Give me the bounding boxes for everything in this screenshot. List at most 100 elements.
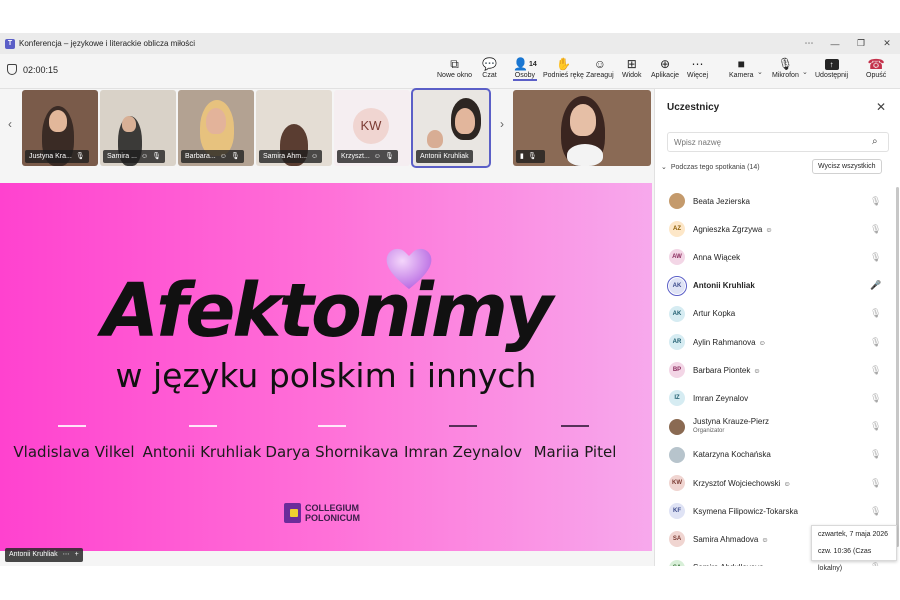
avatar: KW [353,108,389,144]
participant-name: Beata Jezierska [693,196,750,206]
react-icon: ☺ [593,57,606,71]
participant-row[interactable]: AK Antonii Kruhliak 🎤 [655,272,897,300]
more-options-icon[interactable]: ⋯ [796,38,822,49]
mic-off-icon[interactable]: 🎙 [870,252,881,263]
minimize-button[interactable]: — [822,39,848,49]
author-name: Mariia Pitel [533,443,617,461]
meeting-timer: 02:00:15 [7,64,58,75]
participant-row[interactable]: BP Barbara Piontek ☺ 🎙 [655,356,897,384]
mic-off-icon[interactable]: 🎙 [870,337,881,348]
author-name: Antonii Kruhliak [142,443,262,461]
participant-row[interactable]: AR Aylin Rahmanova ☺ 🎙 [655,328,897,356]
apps-icon: ⊕ [659,57,671,71]
participant-row[interactable]: KW Krzysztof Wojciechowski ☺ 🎙 [655,469,897,497]
participants-section-header[interactable]: ⌄ Podczas tego spotkania (14) [661,163,760,172]
share-button[interactable]: ↑ Udostępnij [815,57,848,79]
participant-row[interactable]: AK Artur Kopka 🎙 [655,300,897,328]
participant-search-input[interactable] [667,132,889,152]
chevron-down-icon: ⌄ [661,164,667,171]
mic-on-icon[interactable]: 🎤 [870,280,881,291]
microphone-button[interactable]: 🎙 Mikrofon [772,57,799,79]
raise-hand-icon: ✋ [555,57,571,71]
video-tile[interactable]: Barbara... ☺ 🎙 [178,90,254,166]
new-window-icon: ⧉ [450,57,459,71]
close-icon[interactable]: ✕ [876,100,886,114]
participant-row[interactable]: IZ Imran Zeynalov 🎙 [655,384,897,412]
new-window-button[interactable]: ⧉ Nowe okno [437,57,472,79]
hangup-icon: ☎ [867,56,885,72]
participant-name: Agnieszka Zgrzywa ☺ [693,224,773,234]
window-title: Konferencja – językowe i literackie obli… [19,39,196,48]
mic-off-icon[interactable]: 🎙 [870,478,881,489]
people-icon: 👤 [513,57,528,71]
video-tile[interactable]: ▮ 🎙 [513,90,651,166]
mic-off-icon: 🎙 [230,153,240,160]
react-button[interactable]: ☺ Zareaguj [586,57,614,79]
participant-name: Imran Zeynalov [693,393,749,403]
participant-name: Aylin Rahmanova ☺ [693,337,766,347]
chat-icon: 💬 [482,57,497,71]
avatar: BP [669,362,685,379]
search-icon[interactable]: ⌕ [872,136,878,147]
camera-button[interactable]: ■ Kamera [729,57,754,79]
scrollbar[interactable] [896,187,899,547]
participant-row[interactable]: Katarzyna Kochańska 🎙 [655,441,897,469]
chevron-right-icon[interactable]: › [494,117,510,131]
raise-hand-button[interactable]: ✋ Podnieś rękę [543,57,584,79]
maximize-button[interactable]: ❐ [848,38,874,49]
mic-off-icon[interactable]: 🎙 [870,365,881,376]
more-button[interactable]: ⋯ Więcej [687,57,708,79]
tile-label: Antonii Kruhliak [420,153,469,160]
participant-row[interactable]: KF Ksymena Filipowicz-Tokarska 🎙 [655,497,897,525]
participant-row[interactable]: AZ Agnieszka Zgrzywa ☺ 🎙 [655,215,897,243]
video-tile-active-speaker[interactable]: Antonii Kruhliak [411,88,491,168]
close-window-button[interactable]: ✕ [874,38,900,49]
presenter-label: Antonii Kruhliak ⋯ + [5,548,83,562]
participant-row[interactable]: AW Anna Wiącek 🎙 [655,243,897,271]
mic-off-icon[interactable]: 🎙 [870,506,881,517]
mic-off-icon[interactable]: 🎙 [870,393,881,404]
mute-all-button[interactable]: Wycisz wszystkich [812,159,882,174]
add-icon[interactable]: + [75,548,79,562]
mic-off-icon[interactable]: 🎙 [870,308,881,319]
participant-row[interactable]: Beata Jezierska 🎙 [655,187,897,215]
view-icon: ⊞ [626,57,637,71]
participants-panel: Uczestnicy ✕ ⌕ ⌄ Podczas tego spotkania … [654,89,900,566]
mic-off-icon[interactable]: 🎙 [870,421,881,432]
people-count: 14 [528,61,537,68]
mic-off-icon[interactable]: 🎙 [870,196,881,207]
apps-button[interactable]: ⊕ Aplikacje [651,57,679,79]
video-tile[interactable]: Samira ... ☺ 🎙 [100,90,176,166]
view-button[interactable]: ⊞ Widok [622,57,641,79]
reaction-icon: ☺ [767,565,774,566]
participant-row[interactable]: Justyna Krauze-Pierz Organizator 🎙 [655,413,897,441]
reaction-icon: ☺ [761,536,769,544]
mic-off-icon[interactable]: 🎙 [870,224,881,235]
participant-name: Samira Abdullayeva☺ [693,563,774,566]
people-button[interactable]: 👤 14 Osoby [513,57,537,81]
video-tile[interactable]: Samira Ahm... ☺ [256,90,332,166]
avatar: SA [669,559,685,566]
video-tile[interactable]: Justyna Kra... 🎙 [22,90,98,166]
leave-button[interactable]: ☎ Opuść [866,56,886,80]
divider [561,425,589,427]
more-icon: ⋯ [691,57,704,71]
chat-button[interactable]: 💬 Czat [482,57,497,79]
mic-options-chevron-icon[interactable]: ⌄ [802,68,808,76]
datetime-tooltip: czwartek, 7 maja 2026 czw. 10:36 (Czas l… [811,525,897,572]
participant-name: Anna Wiącek [693,252,741,262]
avatar [669,193,685,209]
teams-window: T Konferencja – językowe i literackie ob… [0,33,900,566]
meeting-toolbar: 02:00:15 ⧉ Nowe okno 💬 Czat 👤 14 Osoby ✋… [0,54,900,89]
mic-off-icon: 🎙 [152,153,161,160]
reaction-icon: ☺ [373,153,381,160]
video-tile[interactable]: KW Krzyszt... ☺ 🎙 [334,90,410,166]
camera-options-chevron-icon[interactable]: ⌄ [757,68,763,76]
reaction-icon: ☺ [219,153,227,160]
timer-text: 02:00:15 [23,64,59,75]
mic-off-icon[interactable]: 🎙 [870,449,881,460]
mic-off-icon: 🎙 [384,153,394,160]
more-icon[interactable]: ⋯ [63,548,70,562]
avatar [669,446,685,463]
chevron-left-icon[interactable]: ‹ [2,117,18,131]
